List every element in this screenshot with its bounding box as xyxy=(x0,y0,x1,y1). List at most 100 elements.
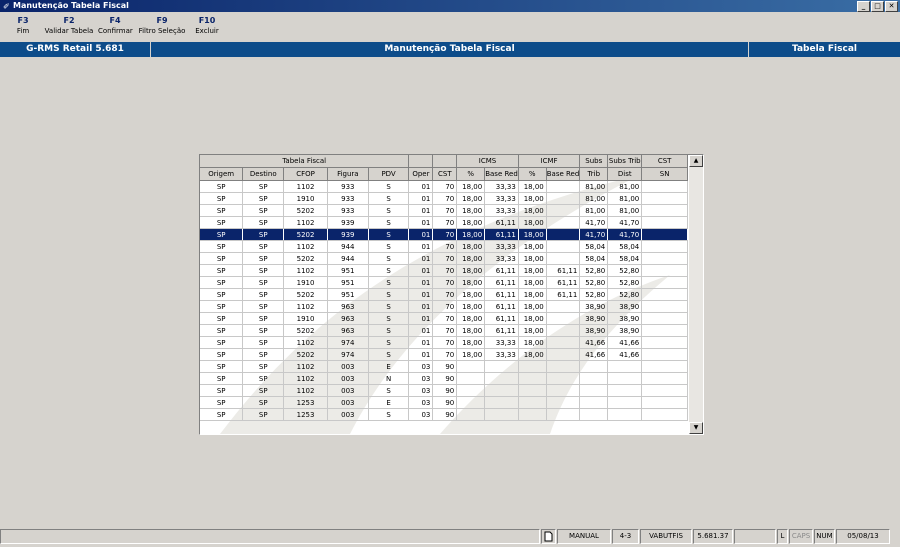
cell-cst[interactable]: 70 xyxy=(432,312,458,325)
cell-cst-sn[interactable] xyxy=(641,228,688,241)
cell-icmf-base-red[interactable]: 61,11 xyxy=(546,288,581,301)
cell-pdv[interactable]: S xyxy=(368,240,410,253)
cell-subs-trib[interactable] xyxy=(579,372,609,385)
cell-icms-base-red[interactable]: 33,33 xyxy=(484,252,519,265)
cell-cfop[interactable]: 1102 xyxy=(283,372,328,385)
cell-oper[interactable]: 03 xyxy=(408,396,434,409)
cell-cfop[interactable]: 5202 xyxy=(283,228,328,241)
cell-subs-trib-dist[interactable]: 41,70 xyxy=(607,216,643,229)
cell-icms-pct[interactable]: 18,00 xyxy=(456,336,486,349)
cell-icmf-base-red[interactable] xyxy=(546,384,581,397)
cell-icmf-base-red[interactable] xyxy=(546,360,581,373)
cell-pdv[interactable]: S xyxy=(368,348,410,361)
cell-subs-trib-dist[interactable]: 38,90 xyxy=(607,312,643,325)
cell-subs-trib-dist[interactable]: 81,00 xyxy=(607,192,643,205)
table-row[interactable]: SP SP 1910 951 S 01 70 18,00 61,11 18,00 61,11 52,8… xyxy=(200,276,688,289)
cell-destino[interactable]: SP xyxy=(242,240,285,253)
cell-subs-trib[interactable]: 41,66 xyxy=(579,348,609,361)
cell-pdv[interactable]: S xyxy=(368,324,410,337)
cell-icmf-pct[interactable]: 18,00 xyxy=(518,204,547,217)
scroll-down-button[interactable]: ▼ xyxy=(689,422,703,434)
cell-origem[interactable]: SP xyxy=(200,240,244,253)
table-row[interactable]: SP SP 1102 003 N 03 90 xyxy=(200,372,688,385)
maximize-button[interactable]: □ xyxy=(871,1,884,12)
cell-subs-trib-dist[interactable]: 41,66 xyxy=(607,348,643,361)
cell-subs-trib[interactable]: 38,90 xyxy=(579,312,609,325)
cell-origem[interactable]: SP xyxy=(200,300,244,313)
cell-cst[interactable]: 70 xyxy=(432,300,458,313)
cell-cfop[interactable]: 1102 xyxy=(283,336,328,349)
cell-subs-trib-dist[interactable] xyxy=(607,396,643,409)
cell-origem[interactable]: SP xyxy=(200,312,244,325)
cell-destino[interactable]: SP xyxy=(242,252,285,265)
cell-oper[interactable]: 01 xyxy=(408,264,434,277)
cell-icmf-base-red[interactable] xyxy=(546,396,581,409)
column-header-cst[interactable]: CST xyxy=(432,167,458,181)
cell-icms-pct[interactable]: 18,00 xyxy=(456,240,486,253)
table-row[interactable]: SP SP 1102 944 S 01 70 18,00 33,33 18,00 58,04 58,0… xyxy=(200,240,688,253)
table-row[interactable]: SP SP 1910 963 S 01 70 18,00 61,11 18,00 38,90 38,9… xyxy=(200,312,688,325)
cell-icmf-base-red[interactable] xyxy=(546,300,581,313)
table-row[interactable]: SP SP 5202 974 S 01 70 18,00 33,33 18,00 41,66 41,6… xyxy=(200,348,688,361)
cell-figura[interactable]: 951 xyxy=(327,276,369,289)
cell-cfop[interactable]: 5202 xyxy=(283,324,328,337)
cell-origem[interactable]: SP xyxy=(200,192,244,205)
tabela-fiscal-grid[interactable]: Tabela Fiscal ICMS ICMF Subs Subs Trib C… xyxy=(199,154,704,435)
cell-icms-pct[interactable]: 18,00 xyxy=(456,324,486,337)
cell-cst-sn[interactable] xyxy=(641,360,688,373)
table-row[interactable]: SP SP 1102 939 S 01 70 18,00 61,11 18,00 41,70 41,7… xyxy=(200,216,688,229)
table-row[interactable]: SP SP 5202 944 S 01 70 18,00 33,33 18,00 58,04 58,0… xyxy=(200,252,688,265)
cell-icms-base-red[interactable]: 61,11 xyxy=(484,216,519,229)
cell-icmf-base-red[interactable] xyxy=(546,348,581,361)
cell-cst[interactable]: 70 xyxy=(432,252,458,265)
cell-icmf-pct[interactable] xyxy=(518,360,547,373)
column-header-subs-trib-dist[interactable]: Dist xyxy=(607,167,643,181)
cell-figura[interactable]: 944 xyxy=(327,252,369,265)
cell-cst-sn[interactable] xyxy=(641,348,688,361)
cell-icms-base-red[interactable] xyxy=(484,408,519,421)
cell-icms-pct[interactable]: 18,00 xyxy=(456,288,486,301)
cell-figura[interactable]: 951 xyxy=(327,264,369,277)
cell-icmf-base-red[interactable] xyxy=(546,312,581,325)
cell-icmf-base-red[interactable] xyxy=(546,252,581,265)
cell-cfop[interactable]: 1910 xyxy=(283,276,328,289)
cell-figura[interactable]: 003 xyxy=(327,372,369,385)
cell-oper[interactable]: 01 xyxy=(408,300,434,313)
cell-cfop[interactable]: 1102 xyxy=(283,300,328,313)
cell-figura[interactable]: 974 xyxy=(327,336,369,349)
f3-fim-button[interactable]: F3 Fim xyxy=(10,15,36,37)
cell-pdv[interactable]: S xyxy=(368,276,410,289)
cell-subs-trib-dist[interactable] xyxy=(607,360,643,373)
cell-pdv[interactable]: S xyxy=(368,336,410,349)
cell-destino[interactable]: SP xyxy=(242,372,285,385)
cell-cst-sn[interactable] xyxy=(641,300,688,313)
table-row[interactable]: SP SP 1910 933 S 01 70 18,00 33,33 18,00 81,00 81,0… xyxy=(200,192,688,205)
table-row[interactable]: SP SP 5202 933 S 01 70 18,00 33,33 18,00 81,00 81,0… xyxy=(200,204,688,217)
cell-icms-base-red[interactable]: 61,11 xyxy=(484,288,519,301)
cell-oper[interactable]: 01 xyxy=(408,216,434,229)
cell-subs-trib-dist[interactable]: 41,70 xyxy=(607,228,643,241)
cell-oper[interactable]: 01 xyxy=(408,240,434,253)
cell-icms-base-red[interactable]: 61,11 xyxy=(484,312,519,325)
table-row[interactable]: SP SP 1102 003 S 03 90 xyxy=(200,384,688,397)
table-row[interactable]: SP SP 1102 951 S 01 70 18,00 61,11 18,00 61,11 52,8… xyxy=(200,264,688,277)
cell-figura[interactable]: 944 xyxy=(327,240,369,253)
cell-icmf-pct[interactable]: 18,00 xyxy=(518,324,547,337)
cell-oper[interactable]: 01 xyxy=(408,192,434,205)
cell-icms-base-red[interactable]: 33,33 xyxy=(484,348,519,361)
cell-icmf-pct[interactable] xyxy=(518,396,547,409)
cell-destino[interactable]: SP xyxy=(242,264,285,277)
column-header-cfop[interactable]: CFOP xyxy=(283,167,328,181)
cell-origem[interactable]: SP xyxy=(200,360,244,373)
cell-destino[interactable]: SP xyxy=(242,396,285,409)
cell-subs-trib[interactable]: 38,90 xyxy=(579,324,609,337)
cell-pdv[interactable]: E xyxy=(368,396,410,409)
cell-subs-trib[interactable]: 52,80 xyxy=(579,264,609,277)
cell-cst-sn[interactable] xyxy=(641,372,688,385)
cell-subs-trib-dist[interactable]: 81,00 xyxy=(607,180,643,193)
cell-origem[interactable]: SP xyxy=(200,264,244,277)
cell-subs-trib[interactable] xyxy=(579,384,609,397)
cell-subs-trib[interactable] xyxy=(579,396,609,409)
cell-cfop[interactable]: 1102 xyxy=(283,264,328,277)
cell-figura[interactable]: 933 xyxy=(327,192,369,205)
